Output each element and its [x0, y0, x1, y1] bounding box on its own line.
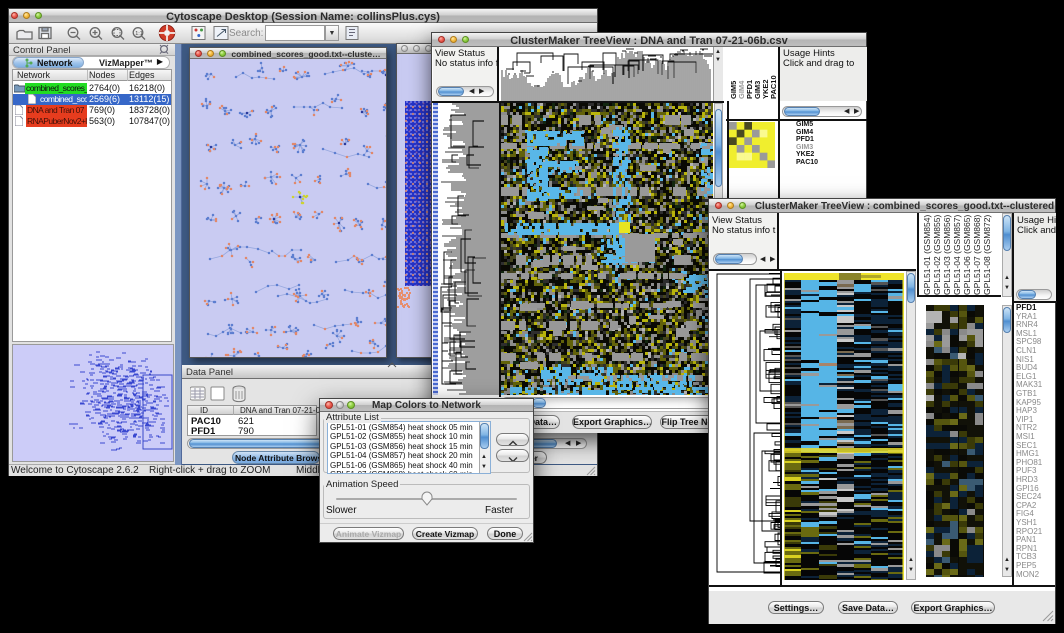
svg-text:1:1: 1:1 [135, 31, 143, 37]
